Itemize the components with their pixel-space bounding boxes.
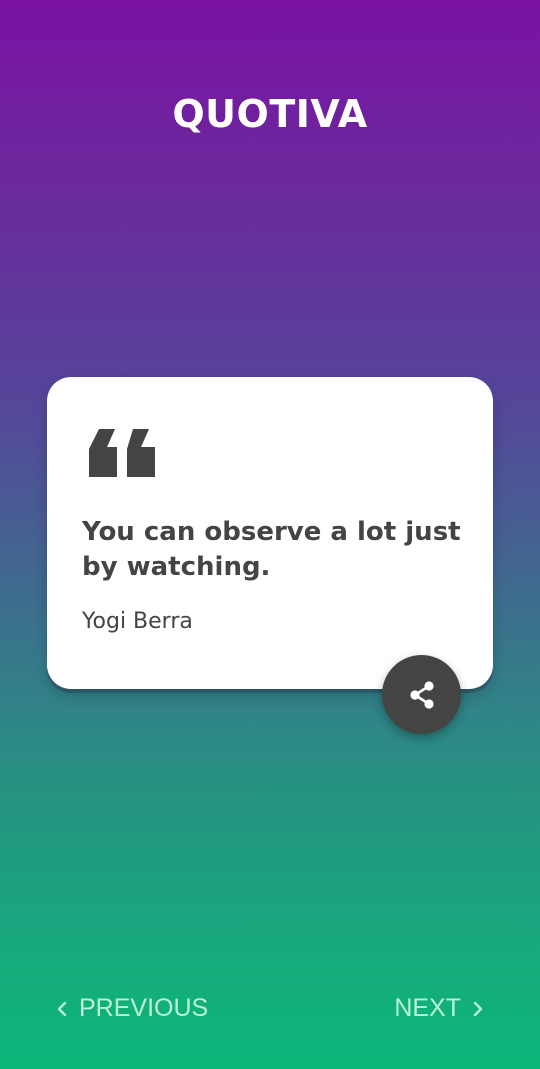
share-icon [409,680,434,709]
quote-author: Yogi Berra [82,609,193,634]
chevron-right-icon [473,1001,483,1016]
quote-mark-icon [89,429,155,477]
app-title: QUOTIVA [172,92,368,136]
next-button[interactable]: NEXT [394,994,485,1023]
chevron-left-icon [57,1001,67,1016]
quote-text: You can observe a lot just by watching. [82,517,461,582]
previous-label: PREVIOUS [79,994,209,1022]
previous-button[interactable]: PREVIOUS [55,994,208,1023]
quote-card: You can observe a lot just by watching. … [47,377,493,689]
next-label: NEXT [394,994,461,1022]
share-button[interactable] [382,655,461,734]
